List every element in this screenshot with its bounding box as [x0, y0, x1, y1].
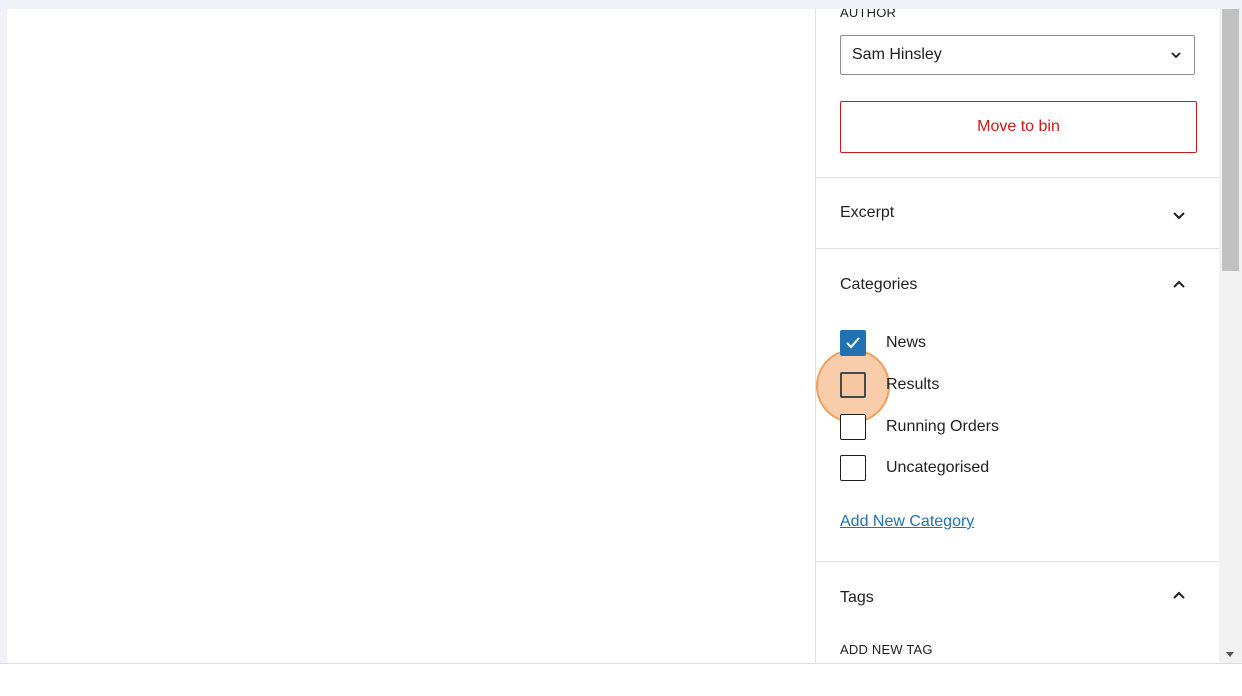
divider [816, 561, 1220, 562]
category-item-uncategorised[interactable]: Uncategorised [840, 454, 989, 482]
category-label: Results [886, 376, 940, 393]
checkmark-icon [846, 337, 860, 349]
category-item-running-orders[interactable]: Running Orders [840, 413, 999, 441]
category-label: Running Orders [886, 418, 999, 435]
scroll-down-arrow-icon[interactable] [1226, 652, 1234, 657]
scrollbar-thumb[interactable] [1222, 9, 1239, 271]
chevron-up-icon[interactable] [1170, 276, 1188, 294]
category-checkbox-uncategorised[interactable] [840, 455, 866, 481]
category-item-news[interactable]: News [840, 329, 926, 357]
move-to-bin-button[interactable]: Move to bin [840, 101, 1197, 153]
category-checkbox-running-orders[interactable] [840, 414, 866, 440]
category-label: News [886, 334, 927, 351]
category-item-results[interactable]: Results [840, 371, 939, 399]
category-checkbox-results[interactable] [840, 372, 866, 398]
editor-canvas[interactable] [7, 9, 815, 663]
author-select[interactable]: Sam Hinsley [840, 35, 1195, 75]
chevron-down-icon [1171, 52, 1181, 59]
excerpt-title: Excerpt [840, 204, 895, 221]
sidebar-scrollbar[interactable] [1219, 9, 1242, 663]
categories-title: Categories [840, 276, 918, 293]
author-selected-value: Sam Hinsley [852, 46, 942, 63]
settings-sidebar: AUTHOR Sam Hinsley Move to bin Excerpt C… [815, 9, 1220, 663]
chevron-down-icon[interactable] [1170, 206, 1188, 224]
divider [816, 177, 1220, 178]
author-label: AUTHOR [840, 9, 897, 20]
category-checkbox-news[interactable] [840, 330, 866, 356]
divider [816, 248, 1220, 249]
frame-left-strip [0, 0, 7, 663]
chevron-up-icon[interactable] [1170, 587, 1188, 605]
editor-footer [0, 663, 1242, 696]
add-new-tag-label: ADD NEW TAG [840, 642, 933, 657]
add-new-category-link[interactable]: Add New Category [840, 513, 974, 531]
category-label: Uncategorised [886, 459, 990, 476]
tags-title: Tags [840, 589, 874, 606]
